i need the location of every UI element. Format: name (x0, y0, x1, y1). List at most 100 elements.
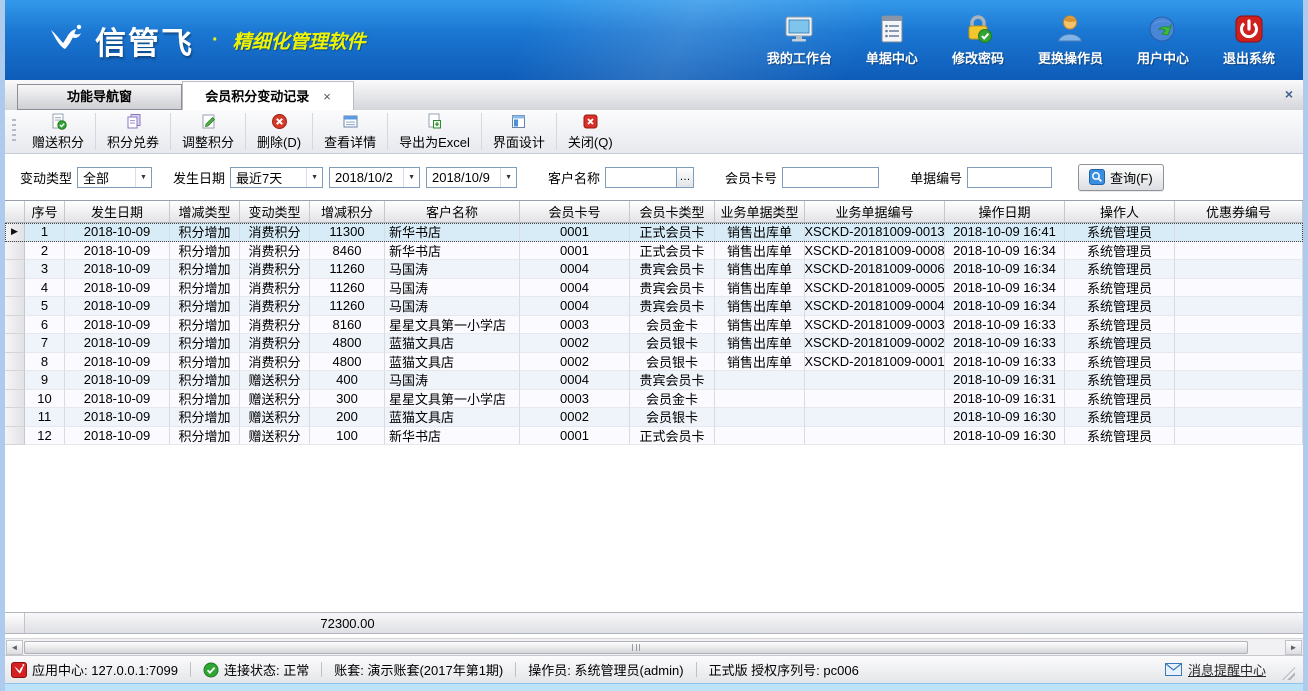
table-cell[interactable] (1175, 316, 1303, 335)
table-cell[interactable]: 2 (25, 242, 65, 261)
table-cell[interactable] (1175, 408, 1303, 427)
date-from-picker[interactable]: 2018/10/2 ▼ (329, 167, 420, 188)
table-cell[interactable]: 会员金卡 (630, 316, 715, 335)
table-cell[interactable]: 0003 (520, 316, 630, 335)
table-cell[interactable]: 积分增加 (170, 353, 240, 372)
table-cell[interactable]: 0002 (520, 408, 630, 427)
table-cell[interactable]: 2018-10-09 (65, 390, 170, 409)
table-cell[interactable]: 11260 (310, 260, 385, 279)
nav-my-workbench[interactable]: 我的工作台 (767, 13, 832, 67)
table-cell[interactable] (805, 371, 945, 390)
table-cell[interactable]: 蓝猫文具店 (385, 408, 520, 427)
table-cell[interactable]: XSCKD-20181009-0004 (805, 297, 945, 316)
table-cell[interactable]: XSCKD-20181009-0003 (805, 316, 945, 335)
table-cell[interactable]: 0002 (520, 334, 630, 353)
chevron-down-icon[interactable]: ▼ (306, 168, 322, 187)
table-cell[interactable] (1175, 353, 1303, 372)
column-header[interactable]: 会员卡号 (520, 201, 630, 222)
column-header[interactable]: 序号 (25, 201, 65, 222)
bill-no-input[interactable] (967, 167, 1052, 188)
delete-button[interactable]: 删除(D) (246, 110, 312, 153)
adjust-points-button[interactable]: 调整积分 (171, 110, 245, 153)
table-cell[interactable]: 积分增加 (170, 297, 240, 316)
table-cell[interactable]: 系统管理员 (1065, 353, 1175, 372)
table-cell[interactable]: 4 (25, 279, 65, 298)
table-cell[interactable]: 2018-10-09 (65, 427, 170, 446)
gift-points-button[interactable]: 赠送积分 (21, 110, 95, 153)
table-cell[interactable]: 消费积分 (240, 242, 310, 261)
table-cell[interactable]: 积分增加 (170, 279, 240, 298)
table-cell[interactable]: 贵宾会员卡 (630, 260, 715, 279)
table-cell[interactable]: XSCKD-20181009-0005 (805, 279, 945, 298)
nav-user-center[interactable]: 用户中心 (1137, 13, 1189, 67)
nav-document-center[interactable]: 单据中心 (866, 13, 918, 67)
table-cell[interactable]: 0001 (520, 242, 630, 261)
table-cell[interactable]: 2018-10-09 (65, 334, 170, 353)
table-cell[interactable]: 星星文具第一小学店 (385, 316, 520, 335)
table-cell[interactable]: 2018-10-09 16:33 (945, 316, 1065, 335)
resize-grip-icon[interactable] (1282, 667, 1295, 680)
table-cell[interactable]: 马国涛 (385, 371, 520, 390)
row-selector[interactable]: ▶ (5, 223, 25, 242)
table-cell[interactable]: 11300 (310, 223, 385, 242)
row-selector[interactable] (5, 408, 25, 427)
table-cell[interactable]: 6 (25, 316, 65, 335)
table-cell[interactable]: 积分增加 (170, 334, 240, 353)
row-selector[interactable] (5, 334, 25, 353)
table-cell[interactable] (1175, 223, 1303, 242)
table-cell[interactable]: 新华书店 (385, 223, 520, 242)
chevron-down-icon[interactable]: ▼ (135, 168, 151, 187)
table-cell[interactable]: 蓝猫文具店 (385, 353, 520, 372)
column-header[interactable]: 操作日期 (945, 201, 1065, 222)
table-cell[interactable]: 积分增加 (170, 223, 240, 242)
table-cell[interactable]: 贵宾会员卡 (630, 297, 715, 316)
table-cell[interactable]: 2018-10-09 (65, 353, 170, 372)
table-cell[interactable]: 系统管理员 (1065, 297, 1175, 316)
table-cell[interactable]: 系统管理员 (1065, 390, 1175, 409)
table-cell[interactable]: 11260 (310, 279, 385, 298)
export-excel-button[interactable]: 导出为Excel (388, 110, 481, 153)
table-cell[interactable]: 300 (310, 390, 385, 409)
table-cell[interactable]: 消费积分 (240, 353, 310, 372)
table-cell[interactable]: 2018-10-09 16:34 (945, 242, 1065, 261)
table-cell[interactable]: 会员银卡 (630, 353, 715, 372)
scroll-right-button[interactable]: ► (1285, 640, 1302, 655)
table-cell[interactable]: 积分增加 (170, 408, 240, 427)
table-cell[interactable]: 2018-10-09 (65, 260, 170, 279)
table-cell[interactable]: 积分增加 (170, 371, 240, 390)
table-cell[interactable]: 2018-10-09 16:30 (945, 408, 1065, 427)
table-cell[interactable]: 赠送积分 (240, 408, 310, 427)
table-cell[interactable]: 消费积分 (240, 334, 310, 353)
table-cell[interactable]: 星星文具第一小学店 (385, 390, 520, 409)
table-cell[interactable]: 100 (310, 427, 385, 446)
chevron-down-icon[interactable]: ▼ (500, 168, 516, 187)
table-cell[interactable]: 销售出库单 (715, 316, 805, 335)
table-cell[interactable]: 5 (25, 297, 65, 316)
table-row[interactable]: 82018-10-09积分增加消费积分4800蓝猫文具店0002会员银卡销售出库… (5, 353, 1303, 372)
table-cell[interactable]: 10 (25, 390, 65, 409)
table-cell[interactable]: 2018-10-09 (65, 242, 170, 261)
column-header[interactable]: 变动类型 (240, 201, 310, 222)
table-cell[interactable]: 消费积分 (240, 279, 310, 298)
table-cell[interactable]: 系统管理员 (1065, 316, 1175, 335)
nav-switch-operator[interactable]: 更换操作员 (1038, 13, 1103, 67)
table-cell[interactable] (805, 408, 945, 427)
horizontal-scrollbar[interactable]: ◄ ► (5, 638, 1303, 655)
table-cell[interactable]: 销售出库单 (715, 353, 805, 372)
table-cell[interactable] (715, 390, 805, 409)
table-cell[interactable]: XSCKD-20181009-0002 (805, 334, 945, 353)
table-row[interactable]: 42018-10-09积分增加消费积分11260马国涛0004贵宾会员卡销售出库… (5, 279, 1303, 298)
table-cell[interactable]: 马国涛 (385, 297, 520, 316)
table-cell[interactable]: 新华书店 (385, 242, 520, 261)
table-cell[interactable]: 积分增加 (170, 316, 240, 335)
table-cell[interactable]: 12 (25, 427, 65, 446)
view-detail-button[interactable]: 查看详情 (313, 110, 387, 153)
table-cell[interactable]: 马国涛 (385, 279, 520, 298)
table-cell[interactable]: 贵宾会员卡 (630, 279, 715, 298)
table-cell[interactable]: XSCKD-20181009-0001 (805, 353, 945, 372)
tab-member-points-record[interactable]: 会员积分变动记录 × (182, 81, 354, 110)
table-cell[interactable] (1175, 242, 1303, 261)
table-cell[interactable]: 2018-10-09 16:31 (945, 371, 1065, 390)
close-button[interactable]: 关闭(Q) (557, 110, 624, 153)
column-header[interactable]: 优惠券编号 (1175, 201, 1303, 222)
